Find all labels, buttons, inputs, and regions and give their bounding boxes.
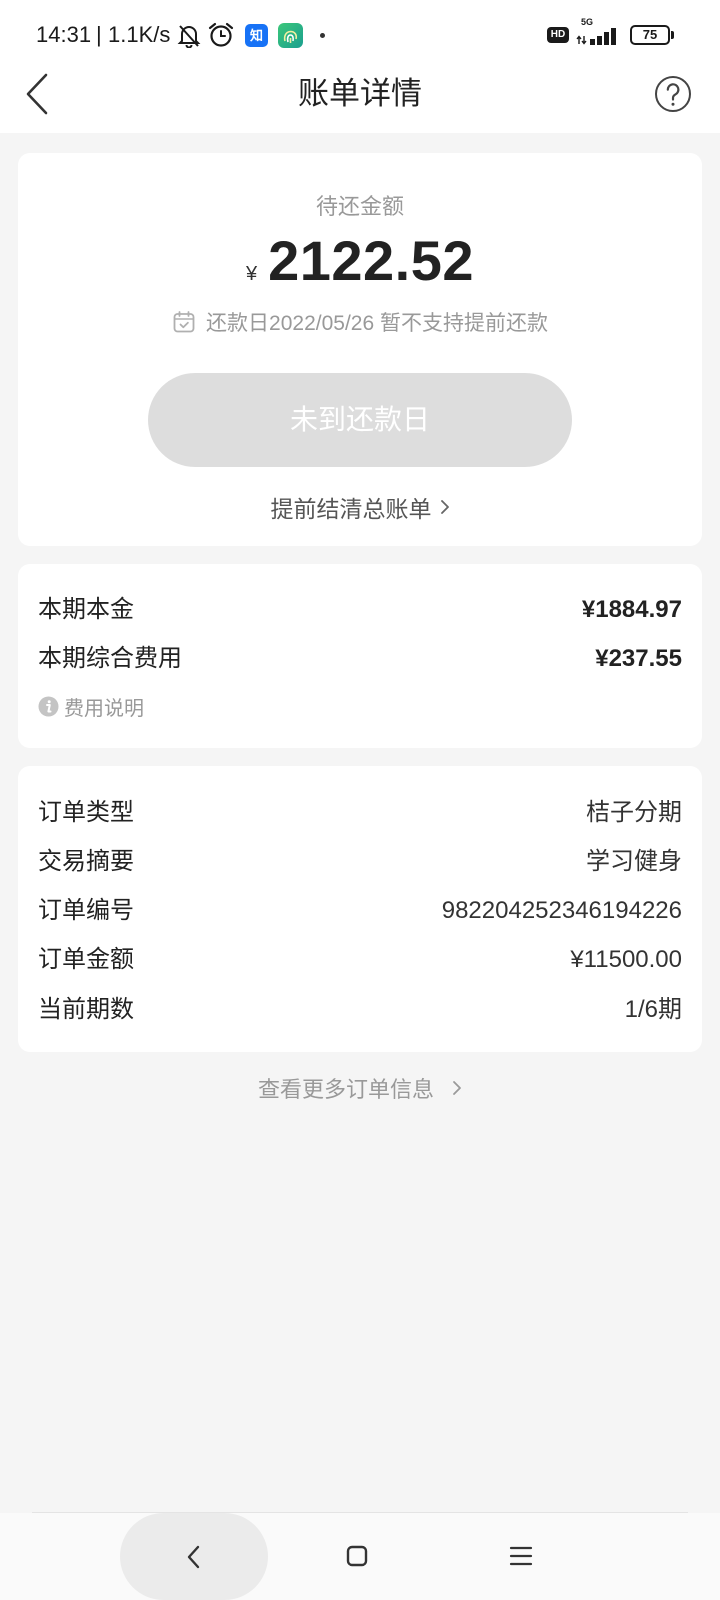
order-type-label: 订单类型 xyxy=(38,799,134,826)
nav-divider xyxy=(32,1512,688,1513)
order-amount-label: 订单金额 xyxy=(38,946,134,973)
due-date-row: 还款日2022/05/26 暂不支持提前还款 xyxy=(18,308,702,336)
transaction-summary-label: 交易摘要 xyxy=(38,848,134,875)
early-settlement-label: 提前结清总账单 xyxy=(270,496,432,522)
due-date-text: 还款日2022/05/26 暂不支持提前还款 xyxy=(206,312,548,335)
amount-due-value: ¥ 2122.52 xyxy=(18,229,702,306)
status-net-speed: 1.1K/s xyxy=(108,22,171,47)
more-order-info-link[interactable]: 查看更多订单信息 xyxy=(0,1073,720,1103)
recents-nav-button[interactable] xyxy=(507,1542,535,1570)
back-nav-icon xyxy=(187,1545,200,1568)
fee-explanation-link[interactable]: 费用说明 xyxy=(38,694,144,720)
early-settlement-link[interactable]: 提前结清总账单 xyxy=(18,492,702,522)
amount-due-card: 待还金额 ¥ 2122.52 还款日2022/05/26 暂不支持提前还款 未到… xyxy=(18,153,702,546)
zhihu-app-icon: 知 xyxy=(245,24,268,47)
transaction-summary-value: 学习健身 xyxy=(586,848,682,875)
fee-row: 本期综合费用 ¥237.55 xyxy=(38,644,682,674)
repay-button[interactable]: 未到还款日 xyxy=(148,373,572,467)
fee-value: ¥237.55 xyxy=(595,645,682,672)
network-type-label: 5G xyxy=(581,17,594,27)
fee-label: 本期综合费用 xyxy=(38,645,182,672)
page-title: 账单详情 xyxy=(298,76,422,111)
hd-badge: HD xyxy=(547,27,569,43)
order-type-value: 桔子分期 xyxy=(586,799,682,826)
currency-symbol: ¥ xyxy=(245,263,258,285)
current-installment-value: 1/6期 xyxy=(624,996,682,1023)
chevron-right-icon xyxy=(440,500,449,514)
amount-due-number: 2122.52 xyxy=(268,229,475,292)
status-separator: | xyxy=(96,22,102,47)
back-nav-button[interactable] xyxy=(120,1513,268,1600)
order-info-card: 订单类型 桔子分期 交易摘要 学习健身 订单编号 982204252346194… xyxy=(18,766,702,1052)
principal-label: 本期本金 xyxy=(38,596,134,623)
amount-due-label: 待还金额 xyxy=(315,194,404,219)
principal-row: 本期本金 ¥1884.97 xyxy=(38,595,682,625)
current-period-card: 本期本金 ¥1884.97 本期综合费用 ¥237.55 费用说明 xyxy=(18,564,702,748)
current-installment-label: 当前期数 xyxy=(38,996,134,1023)
principal-value: ¥1884.97 xyxy=(581,596,682,623)
recents-nav-icon xyxy=(509,1546,533,1566)
help-circle-icon[interactable] xyxy=(654,75,692,113)
signal-bars-icon xyxy=(576,28,616,45)
table-row: 订单类型 桔子分期 xyxy=(38,798,682,828)
chevron-right-icon xyxy=(453,1081,461,1095)
alarm-icon xyxy=(208,22,234,47)
status-time: 14:31 xyxy=(36,22,92,47)
table-row: 交易摘要 学习健身 xyxy=(38,847,682,877)
order-number-label: 订单编号 xyxy=(38,897,134,924)
fee-explanation-label: 费用说明 xyxy=(64,697,144,720)
bell-off-icon xyxy=(177,25,201,48)
table-row: 订单金额 ¥11500.00 xyxy=(38,945,682,975)
top-area xyxy=(0,0,720,133)
order-amount-value: ¥11500.00 xyxy=(570,946,682,973)
table-row: 当前期数 1/6期 xyxy=(38,995,682,1025)
home-nav-icon xyxy=(346,1545,368,1567)
battery-nub xyxy=(671,31,674,39)
order-number-value: 982204252346194226 xyxy=(441,897,682,924)
more-order-info-label: 查看更多订单信息 xyxy=(257,1077,434,1102)
home-nav-button[interactable] xyxy=(343,1542,371,1570)
battery-icon: 75 xyxy=(630,25,670,45)
calendar-check-icon xyxy=(173,311,195,333)
green-app-icon xyxy=(278,23,303,48)
notification-dot xyxy=(320,33,325,38)
info-icon xyxy=(38,696,59,716)
table-row: 订单编号 982204252346194226 xyxy=(38,896,682,926)
